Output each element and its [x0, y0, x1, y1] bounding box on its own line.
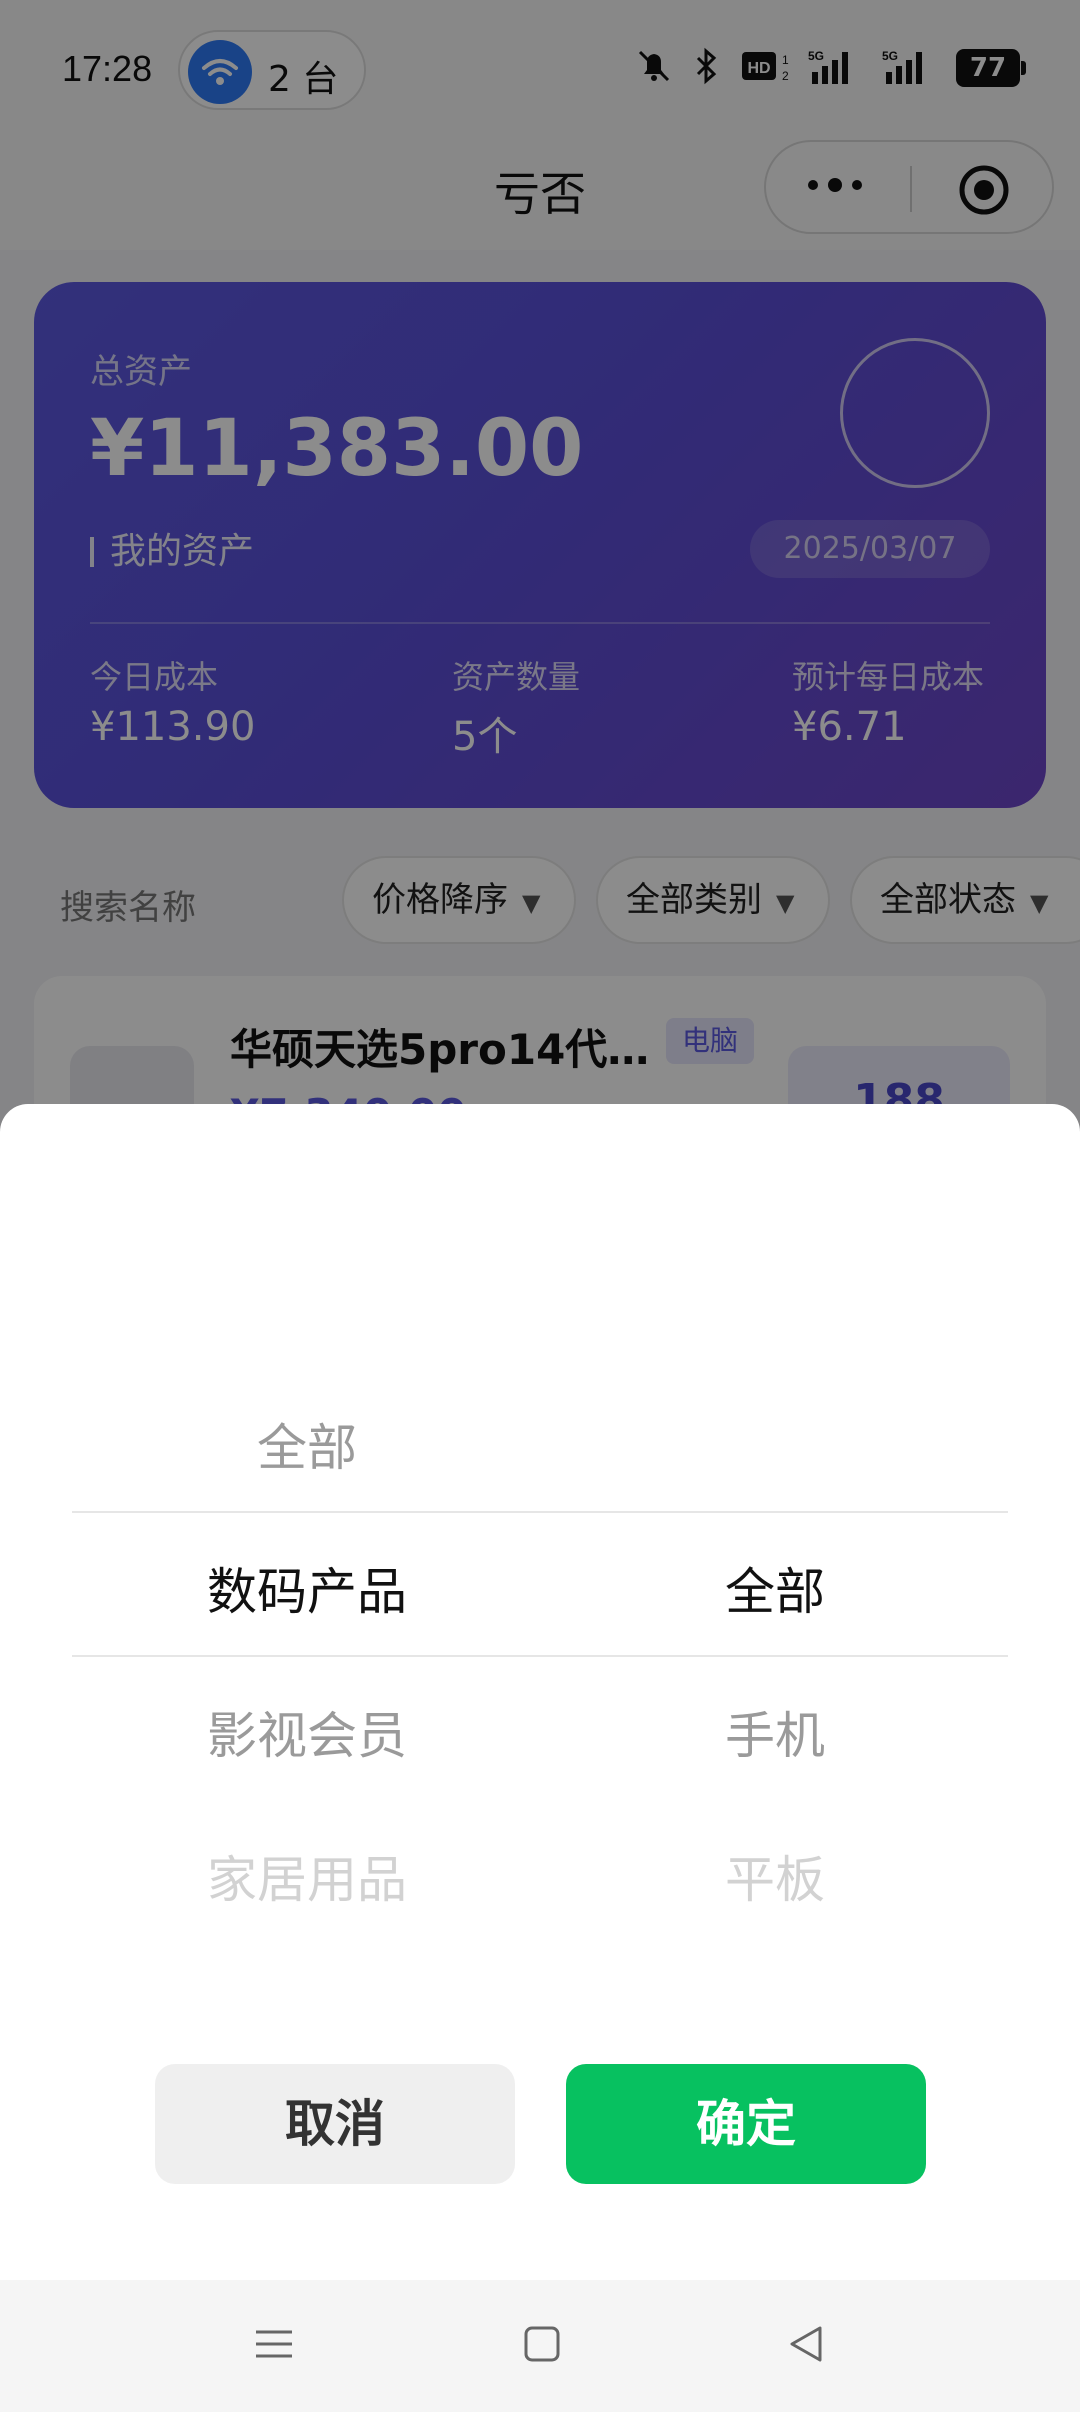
home-icon[interactable]	[522, 2324, 562, 2368]
category-picker[interactable]: 全部 数码产品 影视会员 家居用品 全部 手机 平板	[0, 1104, 1080, 2004]
picker-option[interactable]: 家居用品	[77, 1840, 537, 1912]
picker-option[interactable]: 全部	[77, 1408, 537, 1480]
picker-option-selected[interactable]: 数码产品	[77, 1552, 537, 1624]
picker-option[interactable]: 手机	[545, 1696, 1005, 1768]
picker-sheet: 全部 数码产品 影视会员 家居用品 全部 手机 平板 取消 确定	[0, 1104, 1080, 2280]
picker-option[interactable]: 平板	[545, 1840, 1005, 1912]
picker-selection-bottom-line	[72, 1655, 1008, 1657]
menu-icon[interactable]	[254, 2324, 294, 2368]
picker-option[interactable]: 影视会员	[77, 1696, 537, 1768]
back-icon[interactable]	[786, 2324, 826, 2368]
picker-selection-top-line	[72, 1511, 1008, 1513]
confirm-button[interactable]: 确定	[566, 2064, 926, 2184]
system-nav-bar	[0, 2280, 1080, 2412]
cancel-button[interactable]: 取消	[155, 2064, 515, 2184]
picker-option-selected[interactable]: 全部	[545, 1552, 1005, 1624]
